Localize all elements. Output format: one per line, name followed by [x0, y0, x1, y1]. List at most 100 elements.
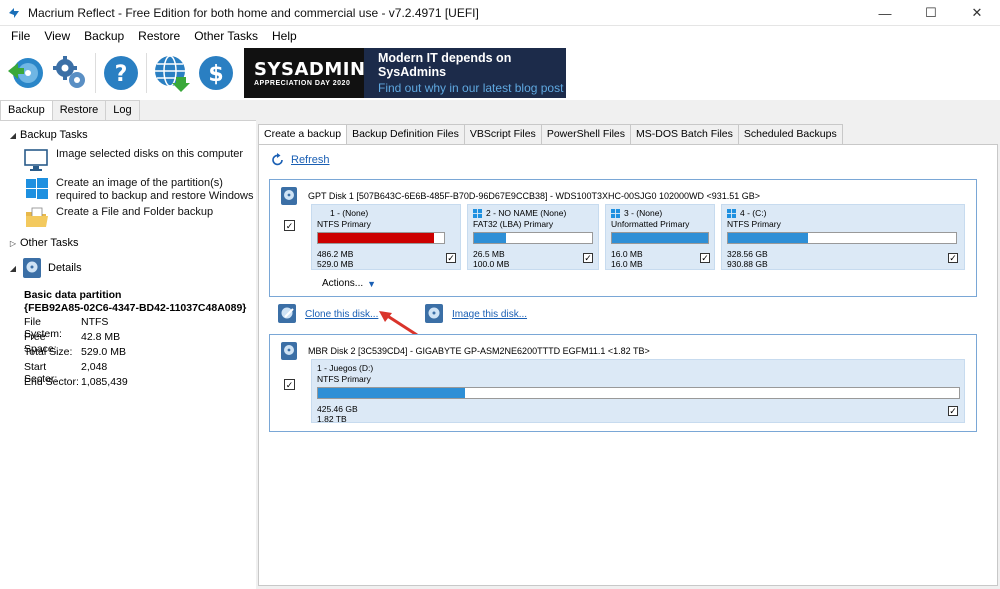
tab-backup[interactable]: Backup — [0, 100, 53, 120]
partition-4[interactable]: 4 - (C:) NTFS Primary 328.56 GB 930.88 G… — [721, 204, 965, 270]
menu-view[interactable]: View — [37, 29, 77, 43]
sysadmin-banner[interactable]: SYSADMIN APPRECIATION DAY 2020 Modern IT… — [244, 48, 566, 98]
partition-checkbox[interactable]: ✓ — [583, 253, 593, 263]
actions-menu-button[interactable]: Actions... ▼ — [322, 278, 376, 289]
partition-checkbox[interactable]: ✓ — [700, 253, 710, 263]
refresh-label: Refresh — [291, 154, 330, 166]
task-image-windows-partitions[interactable]: Create an image of the partition(s) requ… — [24, 177, 256, 203]
menu-restore[interactable]: Restore — [131, 29, 187, 43]
clone-disk-label: Clone this disk... — [305, 308, 379, 320]
svg-text:?: ? — [115, 62, 128, 87]
partition-total: 16.0 MB — [611, 259, 643, 269]
tab-vbscript-files[interactable]: VBScript Files — [463, 124, 542, 145]
app-icon — [9, 7, 19, 18]
menu-file[interactable]: File — [4, 29, 37, 43]
title-bar: Macrium Reflect - Free Edition for both … — [0, 0, 1000, 26]
gears-icon — [53, 56, 85, 88]
partition-type: FAT32 (LBA) Primary — [473, 219, 554, 229]
disk-backup-icon — [8, 58, 43, 88]
chevron-down-icon: ▼ — [367, 278, 377, 289]
image-disk-link[interactable]: Image this disk... — [424, 303, 527, 325]
tab-log[interactable]: Log — [105, 100, 140, 120]
toolbar-separator — [146, 53, 147, 93]
tab-backup-definition-files[interactable]: Backup Definition Files — [346, 124, 465, 145]
menu-backup[interactable]: Backup — [77, 29, 131, 43]
details-header[interactable]: ◢ Details — [6, 257, 82, 279]
banner-headline: Modern IT depends on SysAdmins — [378, 51, 512, 79]
disk-1-checkbox[interactable]: ✓ — [284, 220, 295, 231]
tab-msdos-batch-files[interactable]: MS-DOS Batch Files — [630, 124, 739, 145]
windows-icon — [727, 208, 736, 218]
collapse-icon: ◢ — [9, 263, 17, 273]
partition-used: 26.5 MB — [473, 249, 505, 259]
minimize-button[interactable]: — — [862, 0, 908, 26]
sub-tabs: Create a backup Backup Definition Files … — [258, 124, 843, 145]
tab-restore[interactable]: Restore — [51, 100, 107, 120]
partition-1[interactable]: 1 - (None) NTFS Primary 486.2 MB 529.0 M… — [311, 204, 461, 270]
partition-usage-bar — [727, 232, 957, 244]
image-disk-label: Image this disk... — [452, 308, 528, 320]
tab-create-backup[interactable]: Create a backup — [258, 124, 348, 145]
backup-disk-button[interactable] — [4, 51, 48, 95]
disk-1-header: GPT Disk 1 [507B643C-6E6B-485F-B70D-96D6… — [280, 186, 760, 206]
settings-button[interactable] — [48, 51, 92, 95]
windows-icon — [611, 208, 620, 218]
buy-button[interactable]: $ — [194, 51, 238, 95]
window-title: Macrium Reflect - Free Edition for both … — [28, 5, 479, 20]
disk-icon — [23, 258, 41, 278]
detail-row: End Sector: 1,085,439 — [24, 376, 128, 388]
disk-icon — [281, 342, 297, 360]
partition-usage-bar — [317, 387, 960, 399]
clone-disk-icon — [278, 304, 296, 323]
main-tabs: Backup Restore Log — [0, 100, 140, 120]
annotation-arrow — [379, 311, 418, 337]
image-disk-icon — [425, 304, 443, 323]
collapse-icon: ◢ — [9, 130, 17, 140]
partition-guid: {FEB92A85-02C6-4347-BD42-11037C48A089} — [24, 302, 247, 314]
partition-checkbox[interactable]: ✓ — [948, 406, 958, 416]
partition-2[interactable]: 2 - NO NAME (None) FAT32 (LBA) Primary 2… — [467, 204, 599, 270]
task-image-selected-disks[interactable]: Image selected disks on this computer — [24, 148, 256, 172]
folder-icon — [26, 207, 48, 227]
disk-2-label: MBR Disk 2 [3C539CD4] - GIGABYTE GP-ASM2… — [308, 346, 650, 356]
task-label: Create an image of the partition(s) requ… — [56, 177, 254, 202]
task-label: Image selected disks on this computer — [56, 148, 244, 160]
partition-used: 328.56 GB — [727, 249, 768, 259]
disk-2-header: MBR Disk 2 [3C539CD4] - GIGABYTE GP-ASM2… — [280, 341, 650, 361]
partition-3[interactable]: 3 - (None) Unformatted Primary 16.0 MB 1… — [605, 204, 715, 270]
partition-name: Basic data partition — [24, 289, 122, 301]
partition-usage-bar — [317, 232, 445, 244]
disk-1-label: GPT Disk 1 [507B643C-6E6B-485F-B70D-96D6… — [308, 191, 761, 201]
update-button[interactable] — [150, 51, 194, 95]
left-panel: ◢ Backup Tasks Image selected disks on t… — [0, 120, 256, 589]
partition-total: 930.88 GB — [727, 259, 768, 269]
dollar-icon: $ — [199, 56, 233, 90]
maximize-button[interactable]: ☐ — [908, 0, 954, 26]
help-button[interactable]: ? — [99, 51, 143, 95]
backup-content: Refresh GPT Disk 1 [507B643C-6E6B-485F-B… — [258, 144, 998, 586]
partition-title: 3 - (None) — [611, 208, 662, 218]
partition-checkbox[interactable]: ✓ — [948, 253, 958, 263]
task-file-folder-backup[interactable]: Create a File and Folder backup — [24, 206, 256, 230]
disk-2-checkbox[interactable]: ✓ — [284, 379, 295, 390]
close-button[interactable]: ✕ — [954, 0, 1000, 26]
banner-link[interactable]: Find out why in our latest blog post — [378, 81, 566, 95]
disk-2: MBR Disk 2 [3C539CD4] - GIGABYTE GP-ASM2… — [269, 334, 977, 432]
tab-scheduled-backups[interactable]: Scheduled Backups — [737, 124, 843, 145]
partition-total: 529.0 MB — [317, 259, 354, 269]
menu-help[interactable]: Help — [265, 29, 304, 43]
partition-used: 486.2 MB — [317, 249, 354, 259]
refresh-button[interactable]: Refresh — [271, 153, 330, 167]
windows-icon — [473, 208, 482, 218]
partition-checkbox[interactable]: ✓ — [446, 253, 456, 263]
menu-other-tasks[interactable]: Other Tasks — [187, 29, 265, 43]
toolbar-separator — [95, 53, 96, 93]
partition-total: 100.0 MB — [473, 259, 510, 269]
clone-disk-link[interactable]: Clone this disk... — [277, 303, 378, 325]
other-tasks-header[interactable]: ▷ Other Tasks — [6, 237, 79, 249]
partition-used: 16.0 MB — [611, 249, 643, 259]
backup-tasks-header[interactable]: ◢ Backup Tasks — [6, 129, 88, 141]
svg-text:$: $ — [208, 62, 223, 87]
partition-d2-1[interactable]: 1 - Juegos (D:) NTFS Primary 425.46 GB 1… — [311, 359, 965, 424]
tab-powershell-files[interactable]: PowerShell Files — [540, 124, 632, 145]
